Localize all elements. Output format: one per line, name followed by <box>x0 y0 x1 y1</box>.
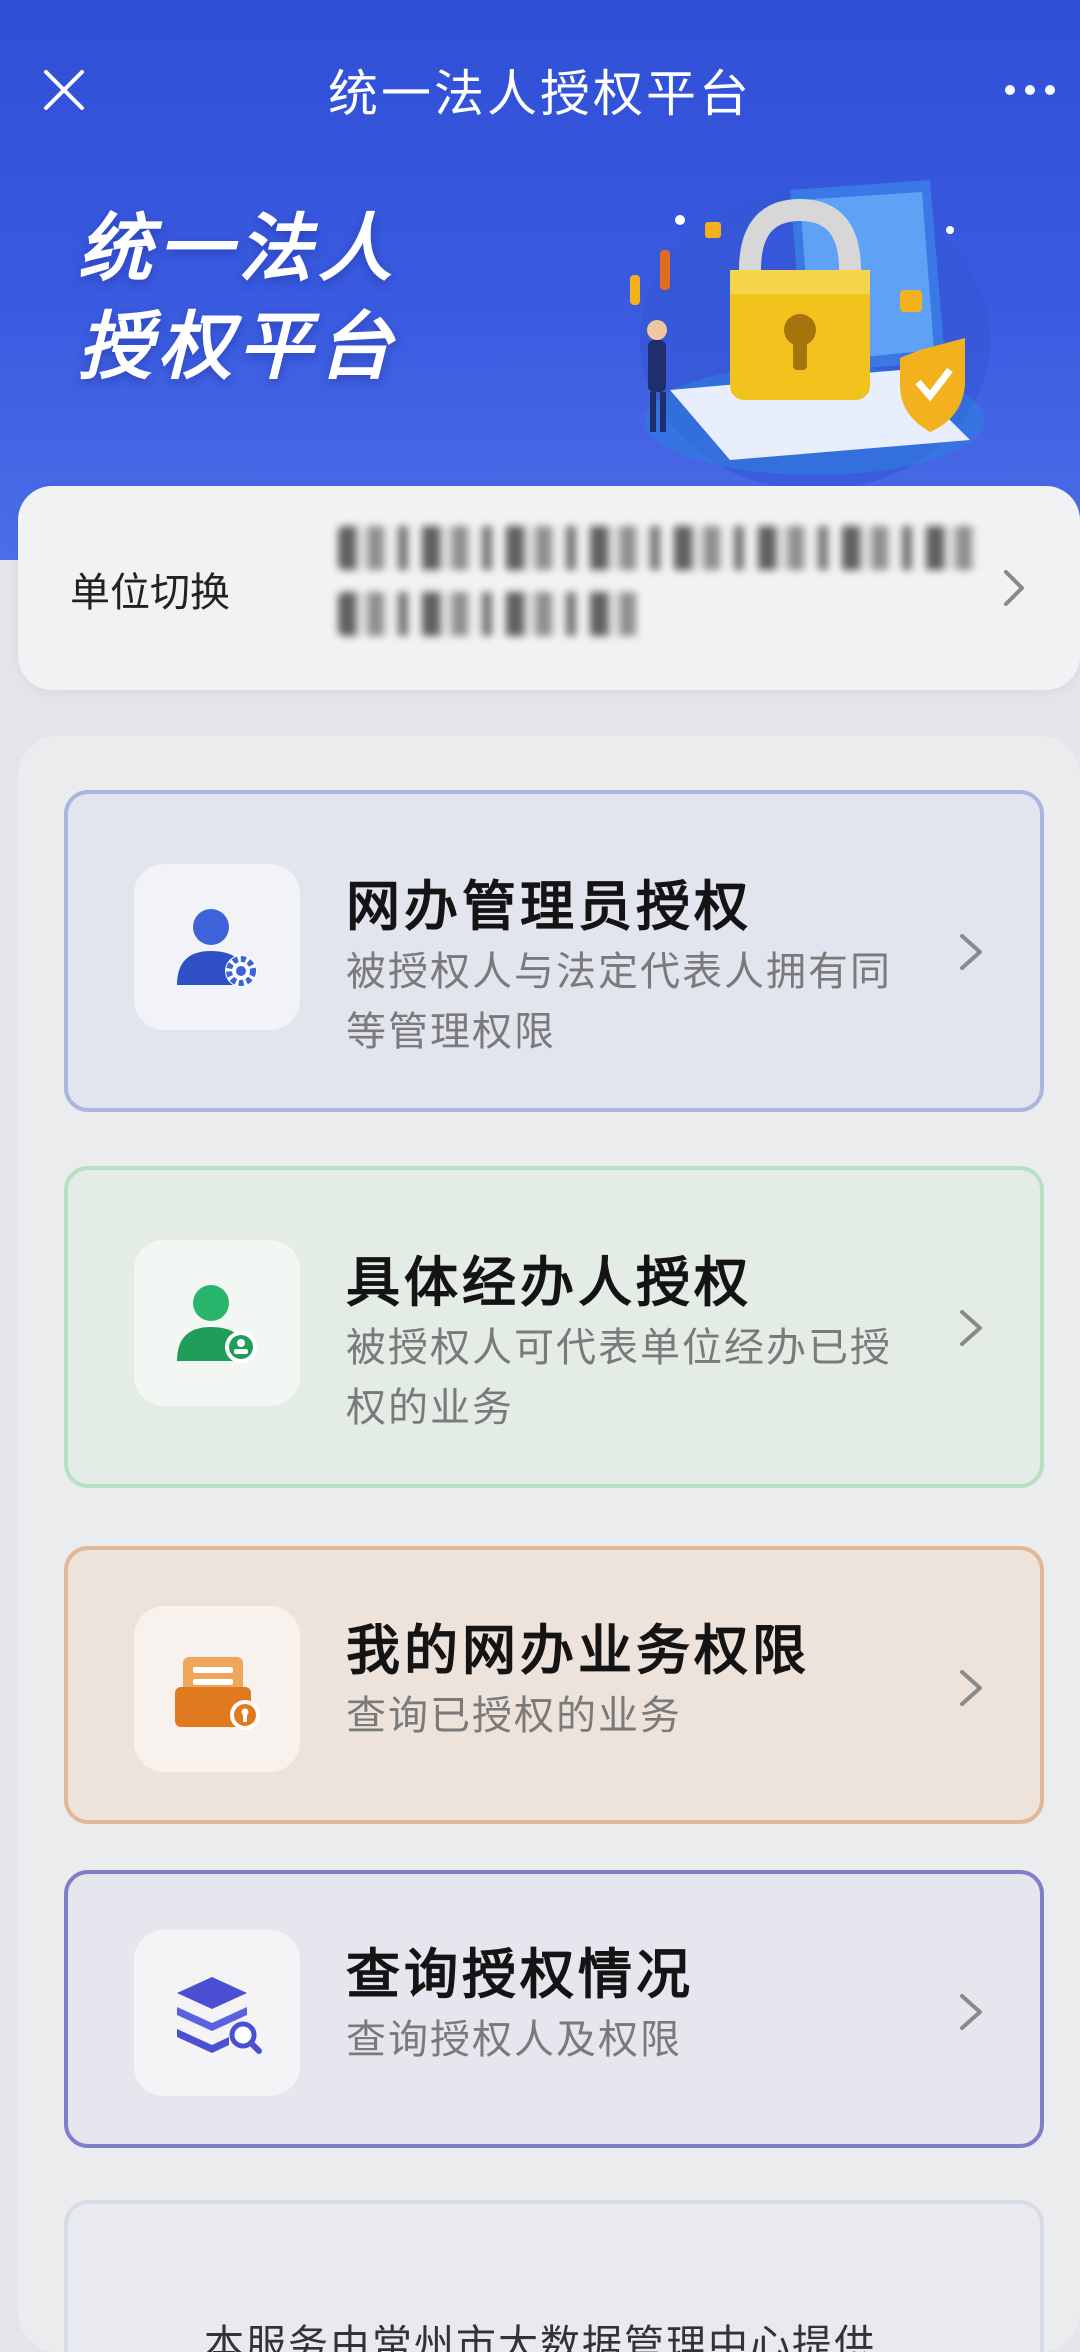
chevron-right-icon <box>1004 570 1024 606</box>
close-icon <box>44 70 84 110</box>
org-switch[interactable]: 单位切换 <box>18 486 1080 690</box>
org-name-redacted <box>338 526 998 646</box>
menu-card-admin-authorization[interactable]: 网办管理员授权 被授权人与法定代表人拥有同等管理权限 <box>64 790 1044 1112</box>
navbar: 统一法人授权平台 <box>0 40 1080 140</box>
chevron-right-icon <box>960 1310 982 1346</box>
menu-icon-box <box>134 1240 300 1406</box>
menu-card-my-permissions[interactable]: 我的网办业务权限 查询已授权的业务 <box>64 1546 1044 1824</box>
menu-card-agent-authorization[interactable]: 具体经办人授权 被授权人可代表单位经办已授权的业务 <box>64 1166 1044 1488</box>
hero-title: 统一法人 授权平台 <box>78 200 398 396</box>
menu-title: 查询授权情况 <box>346 1943 694 2006</box>
menu-icon-box <box>134 1930 300 2096</box>
footer-provider-text: 本服务由常州市大数据管理中心提供 <box>204 2322 876 2352</box>
chevron-right-icon <box>960 1670 982 1706</box>
menu-title: 具体经办人授权 <box>346 1251 752 1314</box>
menu-title: 我的网办业务权限 <box>346 1619 810 1682</box>
menu-desc: 查询已授权的业务 <box>346 1693 682 1739</box>
org-switch-label: 单位切换 <box>70 570 230 616</box>
menu-title: 网办管理员授权 <box>346 875 752 938</box>
page-title: 统一法人授权平台 <box>328 65 752 123</box>
more-button[interactable] <box>990 56 1070 124</box>
menu-desc: 查询授权人及权限 <box>346 2017 682 2063</box>
menu-desc: 被授权人可代表单位经办已授权的业务 <box>346 1325 892 1431</box>
menu-card-query-authorization[interactable]: 查询授权情况 查询授权人及权限 <box>64 1870 1044 2148</box>
more-icon <box>1005 85 1055 95</box>
layers-search-icon <box>177 1977 262 2054</box>
padlock-laptop-illustration <box>630 180 990 490</box>
hero-title-line2: 授权平台 <box>78 304 398 390</box>
chevron-right-icon <box>960 1994 982 2030</box>
user-badge-icon <box>177 1285 257 1363</box>
user-gear-icon <box>177 909 257 987</box>
menu-desc: 被授权人与法定代表人拥有同等管理权限 <box>346 949 892 1055</box>
hero-banner: 统一法人授权平台 统一法人 授权平台 <box>0 0 1080 560</box>
hero-title-line1: 统一法人 <box>78 206 398 292</box>
close-button[interactable] <box>30 56 98 124</box>
menu-icon-box <box>134 864 300 1030</box>
menu-icon-box <box>134 1606 300 1772</box>
folder-lock-icon <box>175 1657 260 1730</box>
chevron-right-icon <box>960 934 982 970</box>
